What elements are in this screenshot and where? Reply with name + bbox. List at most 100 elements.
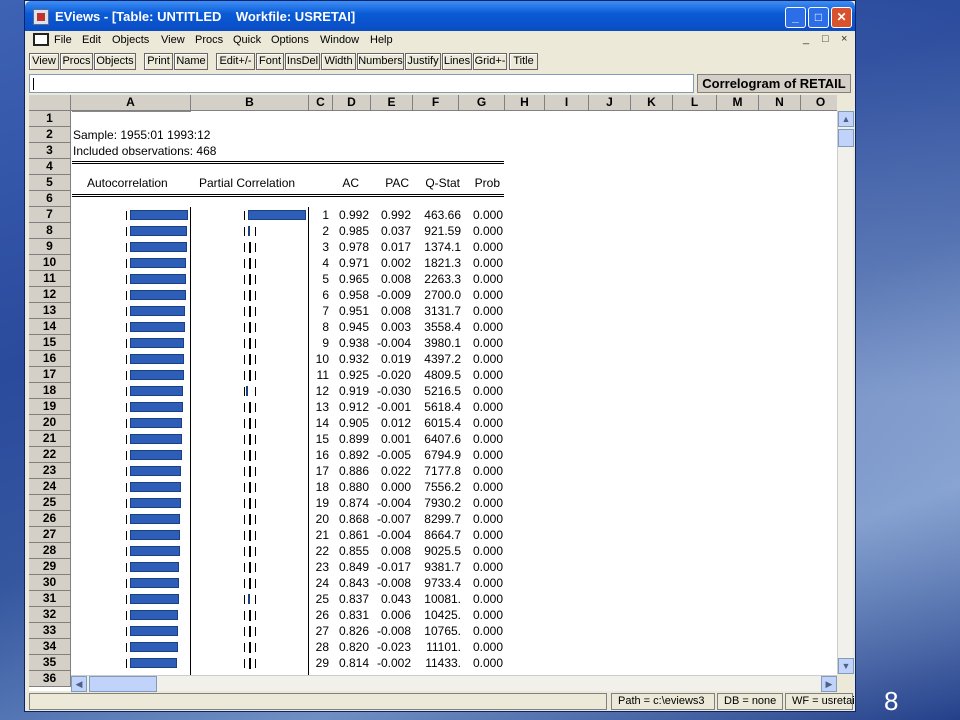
column-header-h[interactable]: H bbox=[505, 95, 545, 111]
edit-toggle-button[interactable]: Edit+/- bbox=[216, 53, 255, 70]
font-button[interactable]: Font bbox=[256, 53, 284, 70]
column-header-g[interactable]: G bbox=[459, 95, 505, 111]
cell-edit-field[interactable] bbox=[29, 74, 694, 93]
row-header-36[interactable]: 36 bbox=[29, 671, 71, 687]
sample-text: Sample: 1955:01 1993:12 bbox=[73, 128, 211, 142]
minimize-button[interactable]: _ bbox=[785, 7, 806, 28]
row-header-18[interactable]: 18 bbox=[29, 383, 71, 399]
row-header-27[interactable]: 27 bbox=[29, 527, 71, 543]
column-header-b[interactable]: B bbox=[191, 95, 309, 111]
pac-bound-tick-left bbox=[244, 611, 245, 620]
justify-button[interactable]: Justify bbox=[405, 53, 441, 70]
grid-toggle-button[interactable]: Grid+- bbox=[473, 53, 507, 70]
lines-button[interactable]: Lines bbox=[442, 53, 472, 70]
mdi-restore-icon[interactable]: □ bbox=[822, 33, 829, 45]
row-header-34[interactable]: 34 bbox=[29, 639, 71, 655]
row-header-26[interactable]: 26 bbox=[29, 511, 71, 527]
maximize-button[interactable]: □ bbox=[808, 7, 829, 28]
row-header-22[interactable]: 22 bbox=[29, 447, 71, 463]
row-header-21[interactable]: 21 bbox=[29, 431, 71, 447]
row-header-1[interactable]: 1 bbox=[29, 111, 71, 127]
row-header-6[interactable]: 6 bbox=[29, 191, 71, 207]
scroll-up-icon[interactable]: ▲ bbox=[838, 111, 854, 127]
insdel-button[interactable]: InsDel bbox=[285, 53, 320, 70]
column-header-e[interactable]: E bbox=[371, 95, 413, 111]
column-header-f[interactable]: F bbox=[413, 95, 459, 111]
procs-button[interactable]: Procs bbox=[60, 53, 93, 70]
row-header-25[interactable]: 25 bbox=[29, 495, 71, 511]
row-header-20[interactable]: 20 bbox=[29, 415, 71, 431]
menu-help[interactable]: Help bbox=[370, 34, 393, 46]
row-header-24[interactable]: 24 bbox=[29, 479, 71, 495]
row-header-4[interactable]: 4 bbox=[29, 159, 71, 175]
column-header-o[interactable]: O bbox=[801, 95, 837, 111]
title-bar[interactable]: EViews - [Table: UNTITLED Workfile: USRE… bbox=[25, 1, 855, 33]
title-button[interactable]: Title bbox=[509, 53, 538, 70]
row-header-5[interactable]: 5 bbox=[29, 175, 71, 191]
column-header-n[interactable]: N bbox=[759, 95, 801, 111]
close-button[interactable]: ✕ bbox=[831, 7, 852, 28]
column-header-l[interactable]: L bbox=[673, 95, 717, 111]
row-header-30[interactable]: 30 bbox=[29, 575, 71, 591]
numbers-button[interactable]: Numbers bbox=[357, 53, 404, 70]
vertical-scroll-thumb[interactable] bbox=[838, 129, 854, 147]
name-button[interactable]: Name bbox=[174, 53, 208, 70]
row-header-28[interactable]: 28 bbox=[29, 543, 71, 559]
menu-window[interactable]: Window bbox=[320, 34, 359, 46]
column-header-k[interactable]: K bbox=[631, 95, 673, 111]
row-header-16[interactable]: 16 bbox=[29, 351, 71, 367]
row-header-17[interactable]: 17 bbox=[29, 367, 71, 383]
separator-b-c bbox=[308, 207, 309, 691]
row-header-35[interactable]: 35 bbox=[29, 655, 71, 671]
print-button[interactable]: Print bbox=[144, 53, 173, 70]
objects-button[interactable]: Objects bbox=[94, 53, 136, 70]
menu-procs[interactable]: Procs bbox=[195, 34, 223, 46]
mdi-close-icon[interactable]: × bbox=[841, 33, 847, 45]
pac-value: 0.017 bbox=[380, 240, 411, 254]
menu-objects[interactable]: Objects bbox=[112, 34, 149, 46]
scroll-down-icon[interactable]: ▼ bbox=[838, 658, 854, 674]
pac-bound-tick-left bbox=[244, 595, 245, 604]
row-header-8[interactable]: 8 bbox=[29, 223, 71, 239]
column-header-i[interactable]: I bbox=[545, 95, 589, 111]
menu-edit[interactable]: Edit bbox=[82, 34, 101, 46]
row-header-33[interactable]: 33 bbox=[29, 623, 71, 639]
qstat-value: 921.59 bbox=[424, 224, 461, 238]
pac-bar bbox=[249, 434, 251, 445]
menu-options[interactable]: Options bbox=[271, 34, 309, 46]
row-header-15[interactable]: 15 bbox=[29, 335, 71, 351]
column-header-d[interactable]: D bbox=[333, 95, 371, 111]
menu-file[interactable]: File bbox=[54, 34, 72, 46]
row-header-7[interactable]: 7 bbox=[29, 207, 71, 223]
view-button[interactable]: View bbox=[29, 53, 59, 70]
row-header-11[interactable]: 11 bbox=[29, 271, 71, 287]
row-header-29[interactable]: 29 bbox=[29, 559, 71, 575]
vertical-scrollbar[interactable]: ▲ ▼ bbox=[837, 111, 854, 674]
scroll-right-icon[interactable]: ▶ bbox=[821, 676, 837, 692]
width-button[interactable]: Width bbox=[321, 53, 356, 70]
menu-view[interactable]: View bbox=[161, 34, 185, 46]
row-header-31[interactable]: 31 bbox=[29, 591, 71, 607]
row-header-13[interactable]: 13 bbox=[29, 303, 71, 319]
spreadsheet-grid[interactable]: ABCDEFGHIJKLMNO 1 2 3 4 5 6 7 8 9 10 11 12 13 14 15 16 1… bbox=[29, 95, 837, 691]
row-header-3[interactable]: 3 bbox=[29, 143, 71, 159]
row-header-14[interactable]: 14 bbox=[29, 319, 71, 335]
scroll-left-icon[interactable]: ◀ bbox=[71, 676, 87, 692]
column-header-a[interactable]: A bbox=[71, 95, 191, 111]
column-header-j[interactable]: J bbox=[589, 95, 631, 111]
column-header-m[interactable]: M bbox=[717, 95, 759, 111]
horizontal-scrollbar[interactable]: ◀ ▶ bbox=[71, 675, 837, 692]
row-header-12[interactable]: 12 bbox=[29, 287, 71, 303]
mdi-minimize-icon[interactable]: _ bbox=[803, 33, 809, 45]
row-header-2[interactable]: 2 bbox=[29, 127, 71, 143]
column-header-c[interactable]: C bbox=[309, 95, 333, 111]
horizontal-scroll-thumb[interactable] bbox=[89, 676, 157, 692]
row-header-19[interactable]: 19 bbox=[29, 399, 71, 415]
row-header-23[interactable]: 23 bbox=[29, 463, 71, 479]
document-icon[interactable] bbox=[33, 33, 49, 46]
row-header-32[interactable]: 32 bbox=[29, 607, 71, 623]
ac-value: 0.886 bbox=[338, 464, 369, 478]
row-header-9[interactable]: 9 bbox=[29, 239, 71, 255]
row-header-10[interactable]: 10 bbox=[29, 255, 71, 271]
menu-quick[interactable]: Quick bbox=[233, 34, 261, 46]
